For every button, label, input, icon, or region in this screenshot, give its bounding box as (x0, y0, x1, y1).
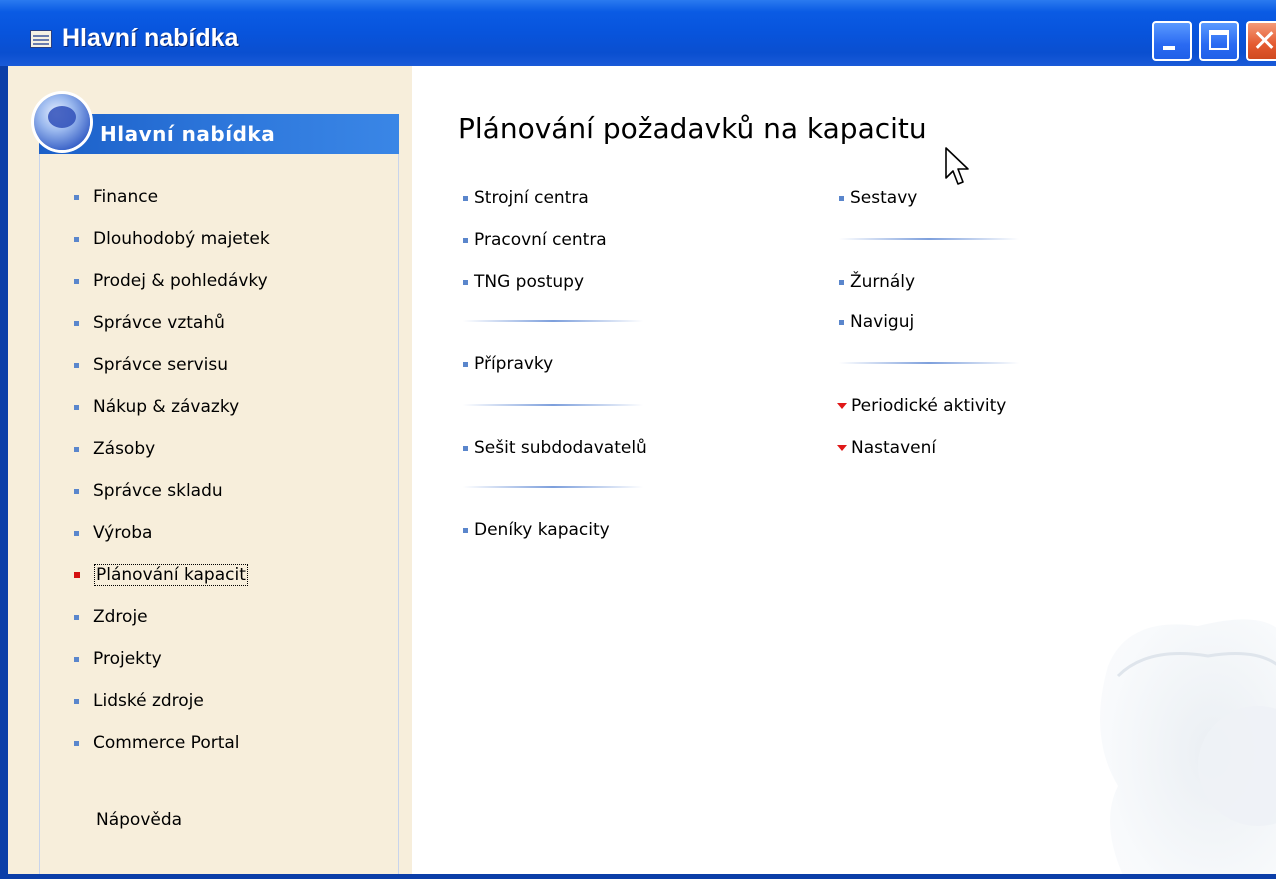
sidebar-item-human-resources[interactable]: Lidské zdroje (74, 688, 204, 714)
dropdown-arrow-icon (837, 445, 847, 451)
bullet-icon (74, 614, 79, 620)
bullet-icon (463, 361, 468, 367)
link-reports[interactable]: Sestavy (839, 186, 917, 210)
link-subcontracting-worksheet[interactable]: Sešit subdodavatelů (463, 436, 647, 460)
bullet-icon (839, 279, 844, 285)
link-work-centers[interactable]: Pracovní centra (463, 228, 607, 252)
close-icon: ✕ (1252, 24, 1276, 59)
bullet-icon (463, 445, 468, 451)
sidebar-title: Hlavní nabídka (100, 122, 276, 146)
close-button[interactable]: ✕ (1246, 21, 1276, 61)
bullet-icon (74, 740, 79, 746)
bullet-icon (463, 527, 468, 533)
sidebar-item-relationship[interactable]: Správce vztahů (74, 310, 225, 336)
link-capacity-journals[interactable]: Deníky kapacity (463, 518, 610, 542)
selected-bullet-icon (74, 572, 80, 578)
bullet-icon (839, 319, 844, 325)
navision-logo-icon (34, 94, 90, 150)
link-tools[interactable]: Přípravky (463, 352, 553, 376)
sidebar-item-service[interactable]: Správce servisu (74, 352, 228, 378)
bullet-icon (74, 278, 79, 284)
sidebar-item-projects[interactable]: Projekty (74, 646, 162, 672)
sidebar-item-fixed-assets[interactable]: Dlouhodobý majetek (74, 226, 270, 252)
bullet-icon (463, 195, 468, 201)
link-registers[interactable]: Žurnály (839, 270, 915, 294)
bullet-icon (74, 446, 79, 452)
sidebar-item-commerce-portal[interactable]: Commerce Portal (74, 730, 240, 756)
sidebar: Hlavní nabídka Finance Dlouhodobý majete… (8, 66, 412, 874)
sidebar-item-warehouse[interactable]: Správce skladu (74, 478, 223, 504)
separator (839, 362, 1019, 364)
bullet-icon (839, 195, 844, 201)
bullet-icon (74, 656, 79, 662)
separator (463, 404, 643, 406)
bullet-icon (463, 279, 468, 285)
bullet-icon (74, 236, 79, 242)
menu-setup[interactable]: Nastavení (837, 436, 936, 460)
dropdown-arrow-icon (837, 403, 847, 409)
page-title: Plánování požadavků na kapacitu (458, 112, 927, 145)
sidebar-item-capacity-planning[interactable]: Plánování kapacit (74, 562, 248, 588)
sidebar-item-finance[interactable]: Finance (74, 184, 158, 210)
title-bar[interactable]: Hlavní nabídka ✕ (0, 0, 1276, 66)
window-title: Hlavní nabídka (62, 24, 239, 52)
link-machine-centers[interactable]: Strojní centra (463, 186, 589, 210)
link-navigate[interactable]: Naviguj (839, 310, 914, 334)
window-table-icon (30, 30, 52, 48)
bullet-icon (74, 698, 79, 704)
main-menu-window: Hlavní nabídka ✕ Hlavní nabídka Finance … (0, 0, 1276, 879)
bullet-icon (74, 320, 79, 326)
decorative-background-graphic (1100, 619, 1276, 874)
bullet-icon (74, 194, 79, 200)
maximize-button[interactable] (1199, 21, 1239, 61)
bullet-icon (74, 404, 79, 410)
bullet-icon (74, 488, 79, 494)
sidebar-item-manufacturing[interactable]: Výroba (74, 520, 152, 546)
bullet-icon (463, 237, 468, 243)
sidebar-item-resources[interactable]: Zdroje (74, 604, 148, 630)
menu-periodic-activities[interactable]: Periodické aktivity (837, 394, 1006, 418)
bullet-icon (74, 362, 79, 368)
bullet-icon (74, 530, 79, 536)
mouse-cursor-icon (945, 147, 969, 185)
link-routings[interactable]: TNG postupy (463, 270, 584, 294)
client-area: Hlavní nabídka Finance Dlouhodobý majete… (8, 66, 1276, 874)
sidebar-item-inventory[interactable]: Zásoby (74, 436, 155, 462)
separator (839, 238, 1019, 240)
maximize-icon (1209, 30, 1229, 50)
separator (463, 486, 643, 488)
help-link[interactable]: Nápověda (96, 810, 182, 830)
minimize-button[interactable] (1152, 21, 1192, 61)
sidebar-item-sales[interactable]: Prodej & pohledávky (74, 268, 268, 294)
separator (463, 320, 643, 322)
sidebar-item-purchase[interactable]: Nákup & závazky (74, 394, 239, 420)
minimize-icon (1163, 46, 1175, 50)
